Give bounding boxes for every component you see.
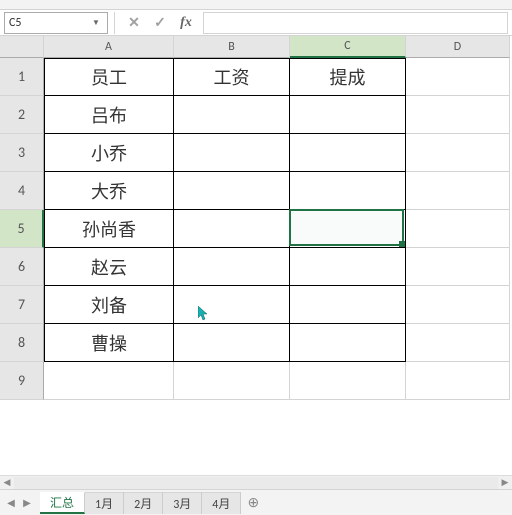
- cell-B8[interactable]: [174, 324, 290, 362]
- cell-A1[interactable]: 员工: [44, 58, 174, 96]
- row-header-5[interactable]: 5: [0, 210, 44, 248]
- formula-input[interactable]: [203, 12, 508, 34]
- sheet-tab-汇总[interactable]: 汇总: [40, 492, 85, 514]
- cell-C2[interactable]: [290, 96, 406, 134]
- cell-D4[interactable]: [406, 172, 510, 210]
- cell-D9[interactable]: [406, 362, 510, 400]
- cell-C4[interactable]: [290, 172, 406, 210]
- cell-B5[interactable]: [174, 210, 290, 248]
- cell-A5[interactable]: 孙尚香: [44, 210, 174, 248]
- row-header-4[interactable]: 4: [0, 172, 44, 210]
- cell-A8[interactable]: 曹操: [44, 324, 174, 362]
- add-sheet-button[interactable]: ⊕: [241, 494, 265, 511]
- row-header-9[interactable]: 9: [0, 362, 44, 400]
- select-all-corner[interactable]: [0, 36, 44, 58]
- cell-B1[interactable]: 工资: [174, 58, 290, 96]
- row-header-7[interactable]: 7: [0, 286, 44, 324]
- column-header-A[interactable]: A: [44, 36, 174, 58]
- cell-D5[interactable]: [406, 210, 510, 248]
- column-header-D[interactable]: D: [406, 36, 510, 58]
- cell-C5[interactable]: [290, 210, 406, 248]
- row-header-2[interactable]: 2: [0, 96, 44, 134]
- column-header-C[interactable]: C: [290, 36, 406, 58]
- cell-D1[interactable]: [406, 58, 510, 96]
- row-header-3[interactable]: 3: [0, 134, 44, 172]
- cell-A3[interactable]: 小乔: [44, 134, 174, 172]
- sheet-tab-4月[interactable]: 4月: [202, 492, 241, 514]
- cell-D8[interactable]: [406, 324, 510, 362]
- cell-A4[interactable]: 大乔: [44, 172, 174, 210]
- name-box[interactable]: C5 ▼: [4, 12, 108, 34]
- name-box-dropdown-icon[interactable]: ▼: [89, 13, 103, 33]
- cell-A6[interactable]: 赵云: [44, 248, 174, 286]
- tab-nav-prev-icon[interactable]: ◀: [4, 496, 18, 509]
- sheet-tabs-bar: ◀ ▶ 汇总1月2月3月4月 ⊕: [0, 489, 512, 515]
- cell-B2[interactable]: [174, 96, 290, 134]
- cell-B4[interactable]: [174, 172, 290, 210]
- cell-A7[interactable]: 刘备: [44, 286, 174, 324]
- sheet-tab-2月[interactable]: 2月: [124, 492, 163, 514]
- scroll-left-icon[interactable]: ◀: [0, 477, 14, 488]
- cell-C3[interactable]: [290, 134, 406, 172]
- separator: [114, 12, 121, 34]
- ribbon-strip: [0, 0, 512, 10]
- row-header-8[interactable]: 8: [0, 324, 44, 362]
- cell-B6[interactable]: [174, 248, 290, 286]
- cell-B9[interactable]: [174, 362, 290, 400]
- row-header-1[interactable]: 1: [0, 58, 44, 96]
- cell-B7[interactable]: [174, 286, 290, 324]
- cell-A2[interactable]: 吕布: [44, 96, 174, 134]
- worksheet[interactable]: ABCD 1员工工资提成 2吕布3小乔4大乔5孙尚香6赵云7刘备8曹操9: [0, 36, 512, 489]
- sheet-tab-3月[interactable]: 3月: [163, 492, 202, 514]
- sheet-tab-1月[interactable]: 1月: [85, 492, 124, 514]
- fx-icon[interactable]: fx: [173, 12, 199, 34]
- column-header-B[interactable]: B: [174, 36, 290, 58]
- cell-D7[interactable]: [406, 286, 510, 324]
- cell-D3[interactable]: [406, 134, 510, 172]
- tab-nav-next-icon[interactable]: ▶: [20, 496, 34, 509]
- scroll-track[interactable]: [14, 477, 498, 489]
- name-box-value: C5: [9, 16, 89, 30]
- formula-bar: C5 ▼ ✕ ✓ fx: [0, 10, 512, 36]
- cell-D6[interactable]: [406, 248, 510, 286]
- cancel-icon[interactable]: ✕: [121, 12, 147, 34]
- cell-A9[interactable]: [44, 362, 174, 400]
- enter-icon[interactable]: ✓: [147, 12, 173, 34]
- scroll-right-icon[interactable]: ▶: [498, 477, 512, 488]
- scrollbar-horizontal[interactable]: ◀ ▶: [0, 475, 512, 489]
- cell-C1[interactable]: 提成: [290, 58, 406, 96]
- cell-C9[interactable]: [290, 362, 406, 400]
- cell-C7[interactable]: [290, 286, 406, 324]
- row-header-6[interactable]: 6: [0, 248, 44, 286]
- cell-D2[interactable]: [406, 96, 510, 134]
- cell-C6[interactable]: [290, 248, 406, 286]
- cell-C8[interactable]: [290, 324, 406, 362]
- cell-B3[interactable]: [174, 134, 290, 172]
